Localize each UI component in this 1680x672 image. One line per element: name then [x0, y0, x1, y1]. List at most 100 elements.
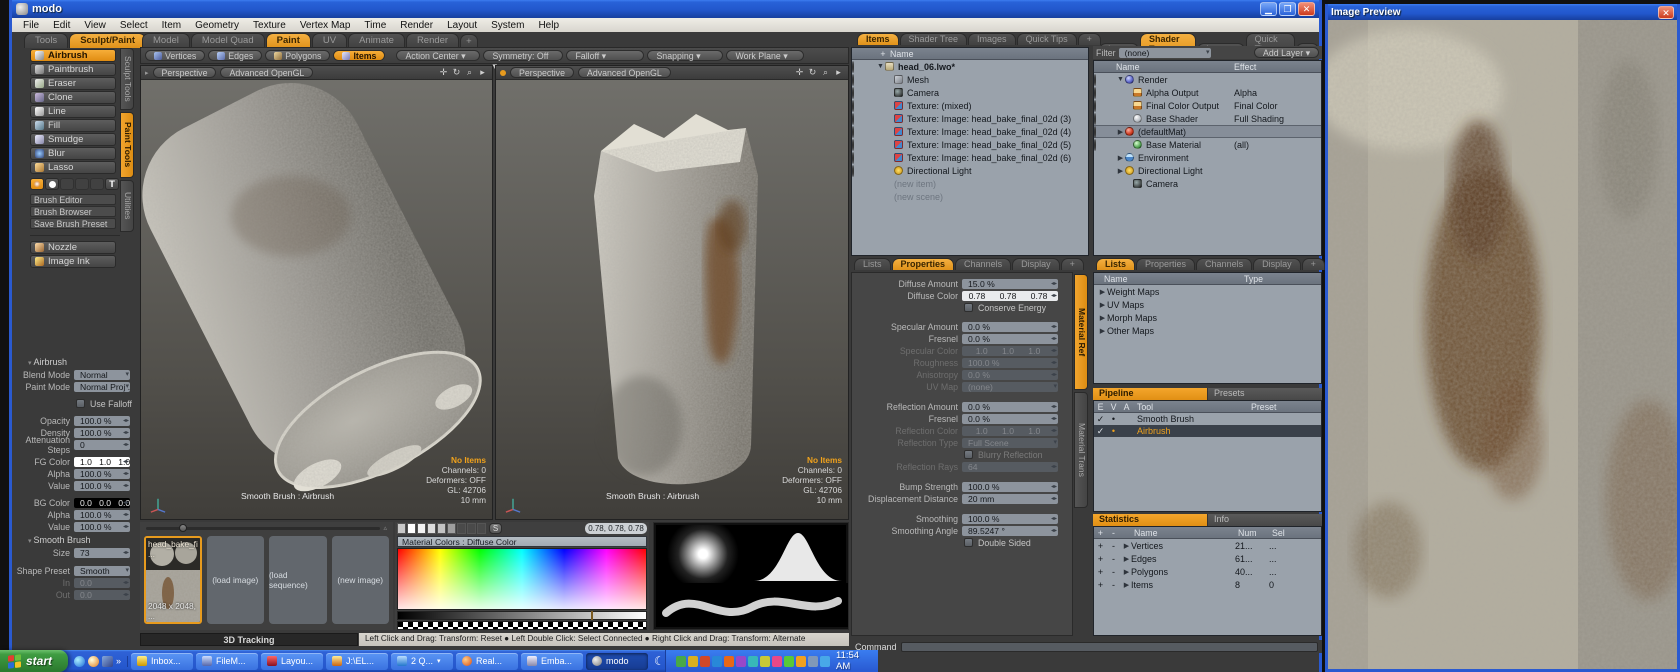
airbrush-section-label[interactable]: Airbrush [28, 357, 134, 367]
tab-lists[interactable]: Lists [854, 258, 891, 270]
tool-lasso[interactable]: Lasso [30, 161, 116, 174]
pipeline-row[interactable]: ✓ • Smooth Brush [1094, 413, 1321, 425]
visibility-eye-icon[interactable] [852, 165, 854, 177]
tool-image-ink[interactable]: Image Ink [30, 255, 116, 268]
visibility-eye-icon[interactable] [852, 126, 854, 138]
visibility-eye-icon[interactable] [852, 74, 854, 86]
item-row[interactable]: Texture: Image: head_bake_final_02d (3) [852, 112, 1088, 125]
visibility-eye-icon[interactable] [852, 139, 854, 151]
internet-explorer-icon[interactable] [74, 656, 85, 667]
tab-channels[interactable]: Channels [1196, 258, 1252, 270]
zoom-icon[interactable]: ⌕ [464, 67, 475, 78]
reflection-color-field[interactable]: 1.0 1.0 1.0 [962, 426, 1058, 436]
work-plane-dropdown[interactable]: Work Plane ▾ [726, 50, 804, 61]
list-row[interactable]: ▶Weight Maps [1094, 285, 1321, 298]
hue-saturation-box[interactable] [397, 548, 647, 610]
expand-plus[interactable]: + [1094, 580, 1107, 590]
pipeline-row-selected[interactable]: ✓ • Airbrush [1094, 425, 1321, 437]
use-falloff-checkbox[interactable] [76, 399, 85, 408]
layout-tab-animate[interactable]: Animate [348, 33, 405, 48]
layout-tab-uv[interactable]: UV [312, 33, 347, 48]
slider-knob[interactable] [179, 524, 187, 532]
specular-amount-field[interactable]: 0.0 % [962, 322, 1058, 332]
viewport-menu-arrow-icon[interactable]: ▸ [145, 69, 149, 77]
visibility-eye-icon[interactable] [1094, 113, 1096, 125]
menu-help[interactable]: Help [531, 20, 566, 31]
shader-row[interactable]: Alpha OutputAlpha [1094, 86, 1321, 99]
image-preview-close-button[interactable]: ✕ [1658, 6, 1674, 19]
shader-row[interactable]: ▶Directional Light [1094, 164, 1321, 177]
firefox-icon[interactable] [88, 656, 99, 667]
item-row[interactable]: Texture: (mixed) [852, 99, 1088, 112]
add-layer-button[interactable]: Add Layer ▾ [1254, 47, 1319, 58]
maximize-button[interactable]: ❐ [1279, 2, 1296, 16]
shape-in-field[interactable]: 0.0 [74, 578, 130, 588]
zoom-icon[interactable]: ⌕ [820, 67, 831, 78]
tab-shader-tree[interactable]: Shader Tree [900, 33, 968, 45]
side-tab-sculpt-tools[interactable]: Sculpt Tools [120, 48, 134, 110]
tray-icon[interactable] [712, 656, 722, 667]
taskbar-clock[interactable]: 11:54 AM [836, 650, 872, 672]
value-bar[interactable] [397, 611, 647, 620]
action-center-dropdown[interactable]: Action Center ▾ [396, 50, 480, 61]
tip-hard-button[interactable] [45, 178, 59, 190]
double-sided-checkbox[interactable] [964, 538, 973, 547]
shader-row[interactable]: Final Color OutputFinal Color [1094, 99, 1321, 112]
bg-color-field[interactable]: 0.0 0.0 0.0 [74, 498, 130, 508]
color-swatch[interactable] [457, 523, 466, 534]
tip-text-button[interactable]: T [105, 178, 119, 190]
taskbar-button-filemaker[interactable]: FileM... [196, 653, 258, 670]
fg-value-field[interactable]: 100.0 % [74, 481, 130, 491]
brush-size-field[interactable]: 73 [74, 548, 130, 558]
reflection-rays-field[interactable]: 64 [962, 462, 1058, 472]
tab-display[interactable]: Display [1012, 258, 1060, 270]
tab-properties[interactable]: Properties [1136, 258, 1195, 270]
tray-icon[interactable] [784, 656, 794, 667]
list-row[interactable]: ▶Morph Maps [1094, 311, 1321, 324]
visibility-eye-icon[interactable] [852, 61, 854, 73]
tip-soft-button[interactable] [30, 178, 44, 190]
viewport-right[interactable]: Perspective Advanced OpenGL ✛ ↻ ⌕ ▸ No I… [495, 65, 849, 520]
visibility-eye-icon[interactable] [1094, 139, 1096, 151]
mode-polygons-button[interactable]: Polygons [265, 50, 330, 61]
item-row[interactable]: ▼head_06.lwo* [852, 60, 1088, 73]
taskbar-button-group[interactable]: 2 Q...▾ [391, 653, 453, 670]
diffuse-amount-field[interactable]: 15.0 % [962, 279, 1058, 289]
tray-icon[interactable] [700, 656, 710, 667]
network-icon[interactable] [820, 656, 830, 667]
collapse-minus[interactable]: - [1107, 541, 1120, 551]
expand-plus[interactable]: + [1094, 567, 1107, 577]
expand-icon[interactable]: ▸ [477, 67, 488, 78]
tracking-mode-bar[interactable]: 3D Tracking [140, 633, 358, 646]
shader-row-selected[interactable]: ▶(defaultMat) [1094, 125, 1321, 138]
viewport-type-pill[interactable]: Perspective [510, 67, 574, 78]
visibility-eye-icon[interactable] [852, 87, 854, 99]
expand-plus[interactable]: + [1094, 541, 1107, 551]
bg-value-field[interactable]: 100.0 % [74, 522, 130, 532]
start-button[interactable]: start [0, 650, 68, 672]
color-swatch[interactable] [407, 523, 416, 534]
layout-tab-render[interactable]: Render [406, 33, 459, 48]
diffuse-color-field[interactable]: 0.78 0.78 0.78 [962, 291, 1058, 301]
expand-plus[interactable]: + [1094, 554, 1107, 564]
side-tab-material-ref[interactable]: Material Ref [1074, 274, 1088, 390]
presets-tab[interactable]: Presets [1207, 388, 1322, 400]
taskbar-button-inbox[interactable]: Inbox... [131, 653, 193, 670]
tip-noise-button[interactable] [60, 178, 74, 190]
density-field[interactable]: 100.0 % [74, 428, 130, 438]
thumbnail-head-bake[interactable]: head_bake_fi ... 2048 x 2048, ... [144, 536, 202, 624]
tool-nozzle[interactable]: Nozzle [30, 241, 116, 254]
tab-channels[interactable]: Channels [955, 258, 1011, 270]
tray-icon[interactable] [724, 656, 734, 667]
alpha-bar[interactable] [397, 621, 647, 630]
collapse-minus[interactable]: - [1107, 567, 1120, 577]
item-row[interactable]: Texture: Image: head_bake_final_02d (4) [852, 125, 1088, 138]
shader-row[interactable]: ▶Environment [1094, 151, 1321, 164]
list-row[interactable]: ▶Other Maps [1094, 324, 1321, 337]
viewport-shading-pill[interactable]: Advanced OpenGL [220, 67, 313, 78]
rotate-icon[interactable]: ↻ [807, 67, 818, 78]
opacity-field[interactable]: 100.0 % [74, 416, 130, 426]
mode-edges-button[interactable]: Edges [208, 50, 262, 61]
pipeline-tab[interactable]: Pipeline [1093, 388, 1207, 400]
stat-row[interactable]: +-▶Polygons40...... [1094, 565, 1321, 578]
